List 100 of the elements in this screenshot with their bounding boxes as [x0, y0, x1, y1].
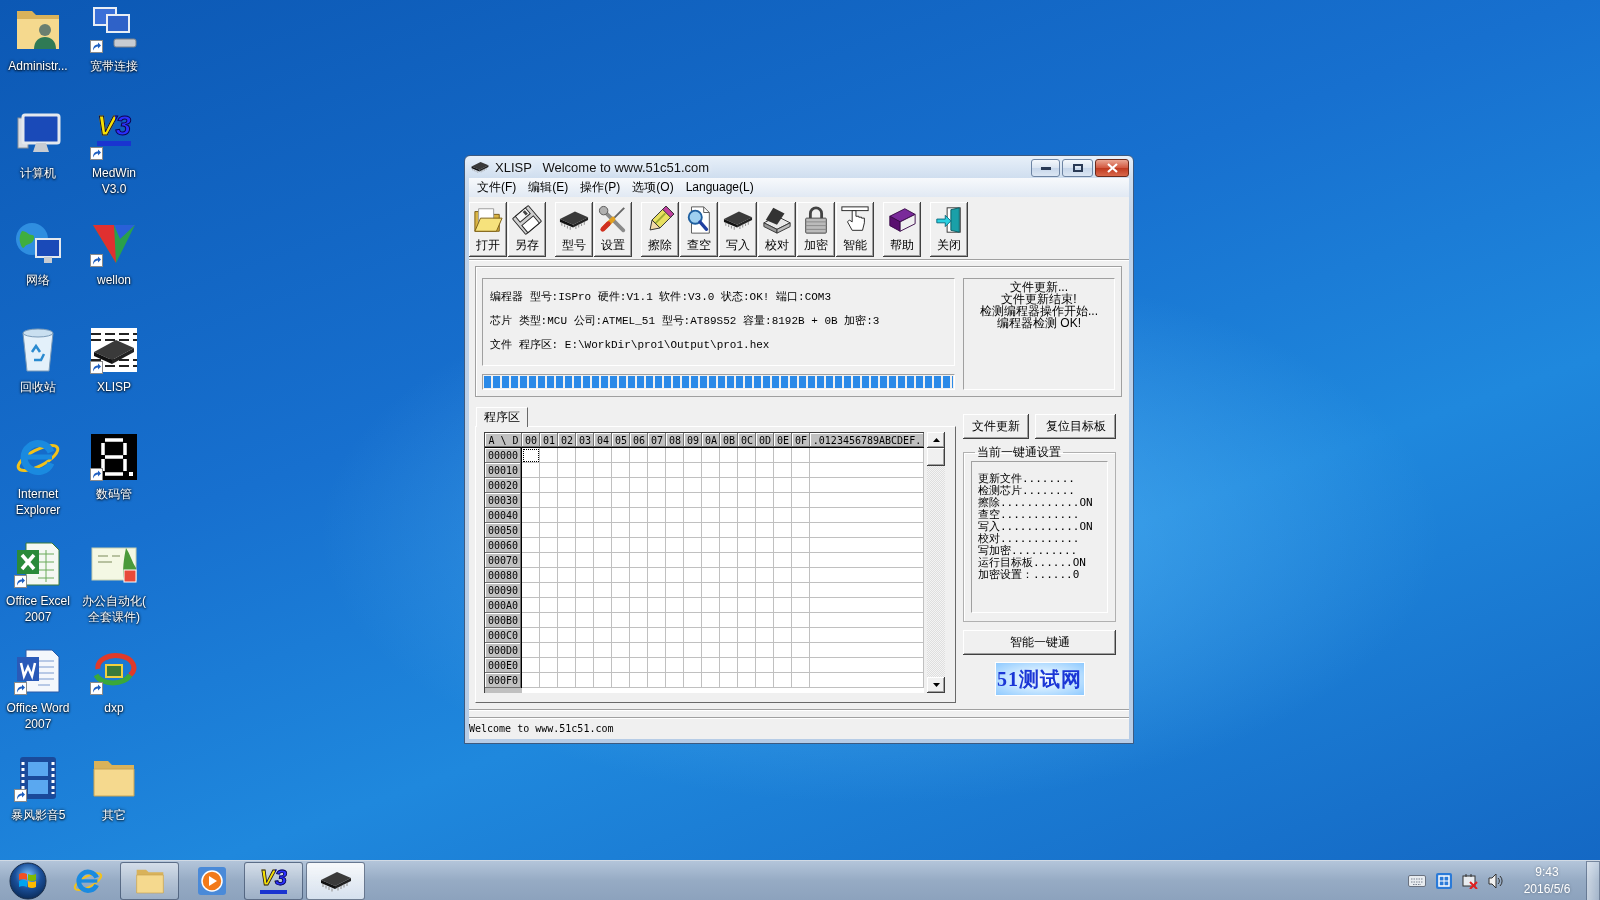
- hex-cell[interactable]: [774, 493, 792, 508]
- toolbar-button[interactable]: 打开: [469, 202, 507, 257]
- ascii-cell[interactable]: [810, 673, 924, 688]
- hex-cell[interactable]: [558, 613, 576, 628]
- ascii-cell[interactable]: [810, 613, 924, 628]
- hex-cell[interactable]: [630, 478, 648, 493]
- hex-cell[interactable]: [774, 508, 792, 523]
- hex-cell[interactable]: [792, 658, 810, 673]
- taskbar-button[interactable]: [306, 861, 365, 900]
- hex-cell[interactable]: [612, 568, 630, 583]
- hex-cell[interactable]: [594, 568, 612, 583]
- hex-cell[interactable]: [540, 658, 558, 673]
- hex-cell[interactable]: [630, 613, 648, 628]
- chip-icon[interactable]: [90, 326, 138, 374]
- hex-cell[interactable]: [684, 568, 702, 583]
- hex-cell[interactable]: [522, 613, 540, 628]
- hex-cell[interactable]: [558, 508, 576, 523]
- hex-cell[interactable]: [540, 553, 558, 568]
- hex-cell[interactable]: [558, 553, 576, 568]
- hex-cell[interactable]: [738, 448, 756, 463]
- hex-cell[interactable]: [774, 598, 792, 613]
- hex-cell[interactable]: [756, 583, 774, 598]
- hex-cell[interactable]: [630, 598, 648, 613]
- hex-cell[interactable]: [522, 568, 540, 583]
- hex-cell[interactable]: [630, 673, 648, 688]
- word-document-icon[interactable]: [14, 647, 62, 695]
- toolbar-button[interactable]: 设置: [594, 202, 632, 257]
- menu-item[interactable]: 编辑(E): [522, 178, 575, 197]
- hex-cell[interactable]: [684, 643, 702, 658]
- hex-cell[interactable]: [630, 508, 648, 523]
- hex-cell[interactable]: [540, 643, 558, 658]
- hex-cell[interactable]: [630, 538, 648, 553]
- ascii-cell[interactable]: [810, 643, 924, 658]
- hex-cell[interactable]: [702, 523, 720, 538]
- hex-cell[interactable]: [612, 628, 630, 643]
- hex-cell[interactable]: [666, 523, 684, 538]
- ascii-cell[interactable]: [810, 493, 924, 508]
- hex-cell[interactable]: [738, 568, 756, 583]
- hex-cell[interactable]: [648, 538, 666, 553]
- toolbar-button[interactable]: 加密: [797, 202, 835, 257]
- hex-cell[interactable]: [594, 643, 612, 658]
- ascii-cell[interactable]: [810, 508, 924, 523]
- spreadsheet-icon[interactable]: [14, 540, 62, 588]
- hex-cell[interactable]: [594, 628, 612, 643]
- hex-cell[interactable]: [612, 508, 630, 523]
- ascii-cell[interactable]: [810, 523, 924, 538]
- hex-cell[interactable]: [702, 508, 720, 523]
- hex-cell[interactable]: [612, 493, 630, 508]
- desktop-icon-label[interactable]: XLISP: [97, 379, 131, 395]
- ascii-cell[interactable]: [810, 568, 924, 583]
- desktop-icon-label[interactable]: Internet Explorer: [15, 486, 61, 518]
- hex-cell[interactable]: [648, 598, 666, 613]
- desktop-icon-label[interactable]: 其它: [102, 807, 126, 823]
- hex-cell[interactable]: [576, 448, 594, 463]
- hex-cell[interactable]: [594, 508, 612, 523]
- hex-cell[interactable]: [540, 508, 558, 523]
- hex-cell[interactable]: [720, 583, 738, 598]
- hex-cell[interactable]: [576, 523, 594, 538]
- hex-cell[interactable]: [612, 463, 630, 478]
- hex-cell[interactable]: [756, 478, 774, 493]
- hex-cell[interactable]: [738, 613, 756, 628]
- toolbar-button[interactable]: 另存: [508, 202, 546, 257]
- hex-cell[interactable]: [576, 493, 594, 508]
- hex-cell[interactable]: [576, 643, 594, 658]
- hex-cell[interactable]: [648, 568, 666, 583]
- hex-cell[interactable]: [684, 538, 702, 553]
- hex-cell[interactable]: [702, 658, 720, 673]
- tab[interactable]: 程序区: [476, 407, 528, 427]
- hex-cell[interactable]: [792, 538, 810, 553]
- scrollbar-thumb[interactable]: [927, 448, 945, 466]
- hex-cell[interactable]: [738, 463, 756, 478]
- hex-cell[interactable]: [792, 628, 810, 643]
- hex-cell[interactable]: [666, 508, 684, 523]
- hex-cell[interactable]: [630, 463, 648, 478]
- hex-cell[interactable]: [630, 553, 648, 568]
- hex-cell[interactable]: [558, 463, 576, 478]
- hex-cell[interactable]: [522, 538, 540, 553]
- hex-cell[interactable]: [792, 478, 810, 493]
- action-button[interactable]: 文件更新: [963, 414, 1029, 439]
- hex-cell[interactable]: [594, 493, 612, 508]
- scrollbar[interactable]: [927, 432, 945, 693]
- hex-cell[interactable]: [630, 568, 648, 583]
- hex-cell[interactable]: [774, 643, 792, 658]
- toolbar-button[interactable]: 智能: [836, 202, 874, 257]
- desktop-icon-label[interactable]: 暴风影音5: [10, 807, 66, 823]
- hex-cell[interactable]: [558, 628, 576, 643]
- hex-cell[interactable]: [558, 643, 576, 658]
- hex-cell[interactable]: [540, 628, 558, 643]
- hex-cell[interactable]: [738, 598, 756, 613]
- hex-cell[interactable]: [576, 673, 594, 688]
- maximize-button[interactable]: [1062, 159, 1093, 177]
- desktop-icon-label[interactable]: 网络: [26, 272, 50, 288]
- hex-cell[interactable]: [522, 448, 540, 463]
- hex-cell[interactable]: [774, 523, 792, 538]
- hex-cell[interactable]: [774, 628, 792, 643]
- hex-cell[interactable]: [684, 553, 702, 568]
- scroll-up-button[interactable]: [927, 432, 945, 448]
- hex-cell[interactable]: [576, 553, 594, 568]
- hex-cell[interactable]: [540, 673, 558, 688]
- hex-cell[interactable]: [522, 478, 540, 493]
